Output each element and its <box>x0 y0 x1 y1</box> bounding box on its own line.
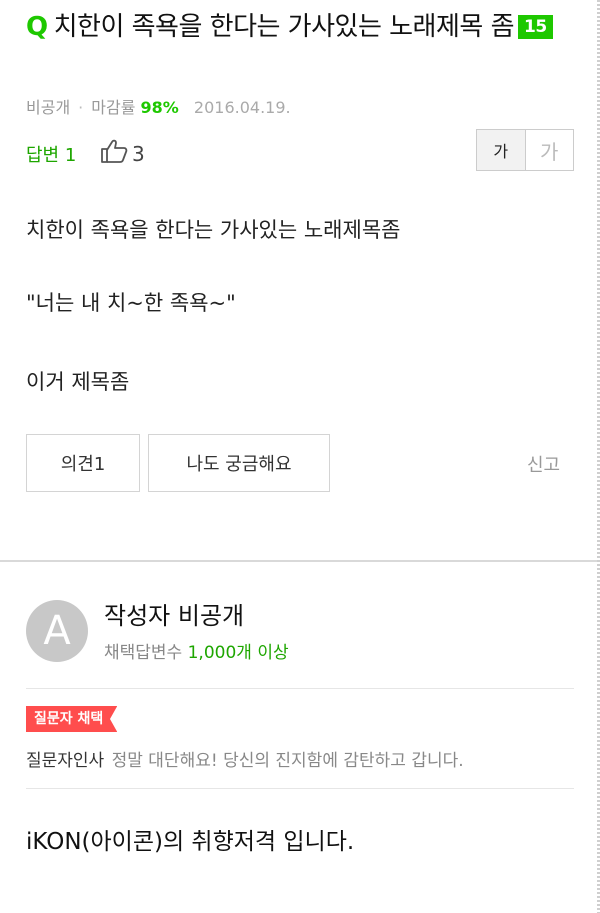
question-title: Q 치한이 족욕을 한다는 가사있는 노래제목 좀 15 <box>26 6 586 48</box>
close-rate-value: 98% <box>140 98 179 117</box>
question-body-line: 치한이 족욕을 한다는 가사있는 노래제목좀 <box>26 218 401 242</box>
question-meta: 비공개 · 마감률 98% 2016.04.19. <box>26 94 291 118</box>
author-name: 작성자 비공개 <box>104 602 245 630</box>
thanks-label: 질문자인사 <box>26 751 105 771</box>
question-body-line: 이거 제목좀 <box>26 370 130 394</box>
adopted-answers-info: 채택답변수 1,000개 이상 <box>104 638 289 663</box>
me-too-curious-button[interactable]: 나도 궁금해요 <box>148 434 330 492</box>
thumbs-up-icon <box>100 138 128 169</box>
thanks-message: 정말 대단해요! 당신의 진지함에 감탄하고 갑니다. <box>111 751 464 771</box>
question-q-icon: Q <box>26 12 48 42</box>
report-link[interactable]: 신고 <box>527 451 560 477</box>
adopt-count: 1,000개 이상 <box>187 643 289 663</box>
like-button[interactable]: 3 <box>100 138 145 169</box>
asker-thanks: 질문자인사 정말 대단해요! 당신의 진지함에 감탄하고 갑니다. <box>26 746 464 771</box>
visibility-label: 비공개 <box>26 98 71 117</box>
view-count-badge: 15 <box>518 15 553 39</box>
question-title-text: 치한이 족욕을 한다는 가사있는 노래제목 좀 <box>53 12 515 42</box>
font-large-button[interactable]: 가 <box>526 130 574 170</box>
close-rate-label: 마감률 <box>91 98 136 117</box>
question-body-line: "너는 내 치~한 족욕~" <box>26 291 236 315</box>
divider <box>26 688 574 689</box>
answer-text: iKON(아이콘)의 취향저격 입니다. <box>26 829 355 855</box>
question-date: 2016.04.19. <box>193 98 291 117</box>
opinion-button[interactable]: 의견1 <box>26 434 140 492</box>
separator-dot: · <box>78 98 84 117</box>
section-divider <box>0 560 600 562</box>
font-size-toggle: 가 가 <box>476 129 574 171</box>
avatar: A <box>26 600 88 662</box>
font-small-button[interactable]: 가 <box>477 130 526 170</box>
adopt-label: 채택답변수 <box>104 643 183 663</box>
answers-count[interactable]: 답변 1 <box>26 141 76 167</box>
chosen-answer-badge: 질문자 채택 <box>26 706 118 732</box>
like-count: 3 <box>132 141 145 166</box>
divider <box>26 788 574 789</box>
